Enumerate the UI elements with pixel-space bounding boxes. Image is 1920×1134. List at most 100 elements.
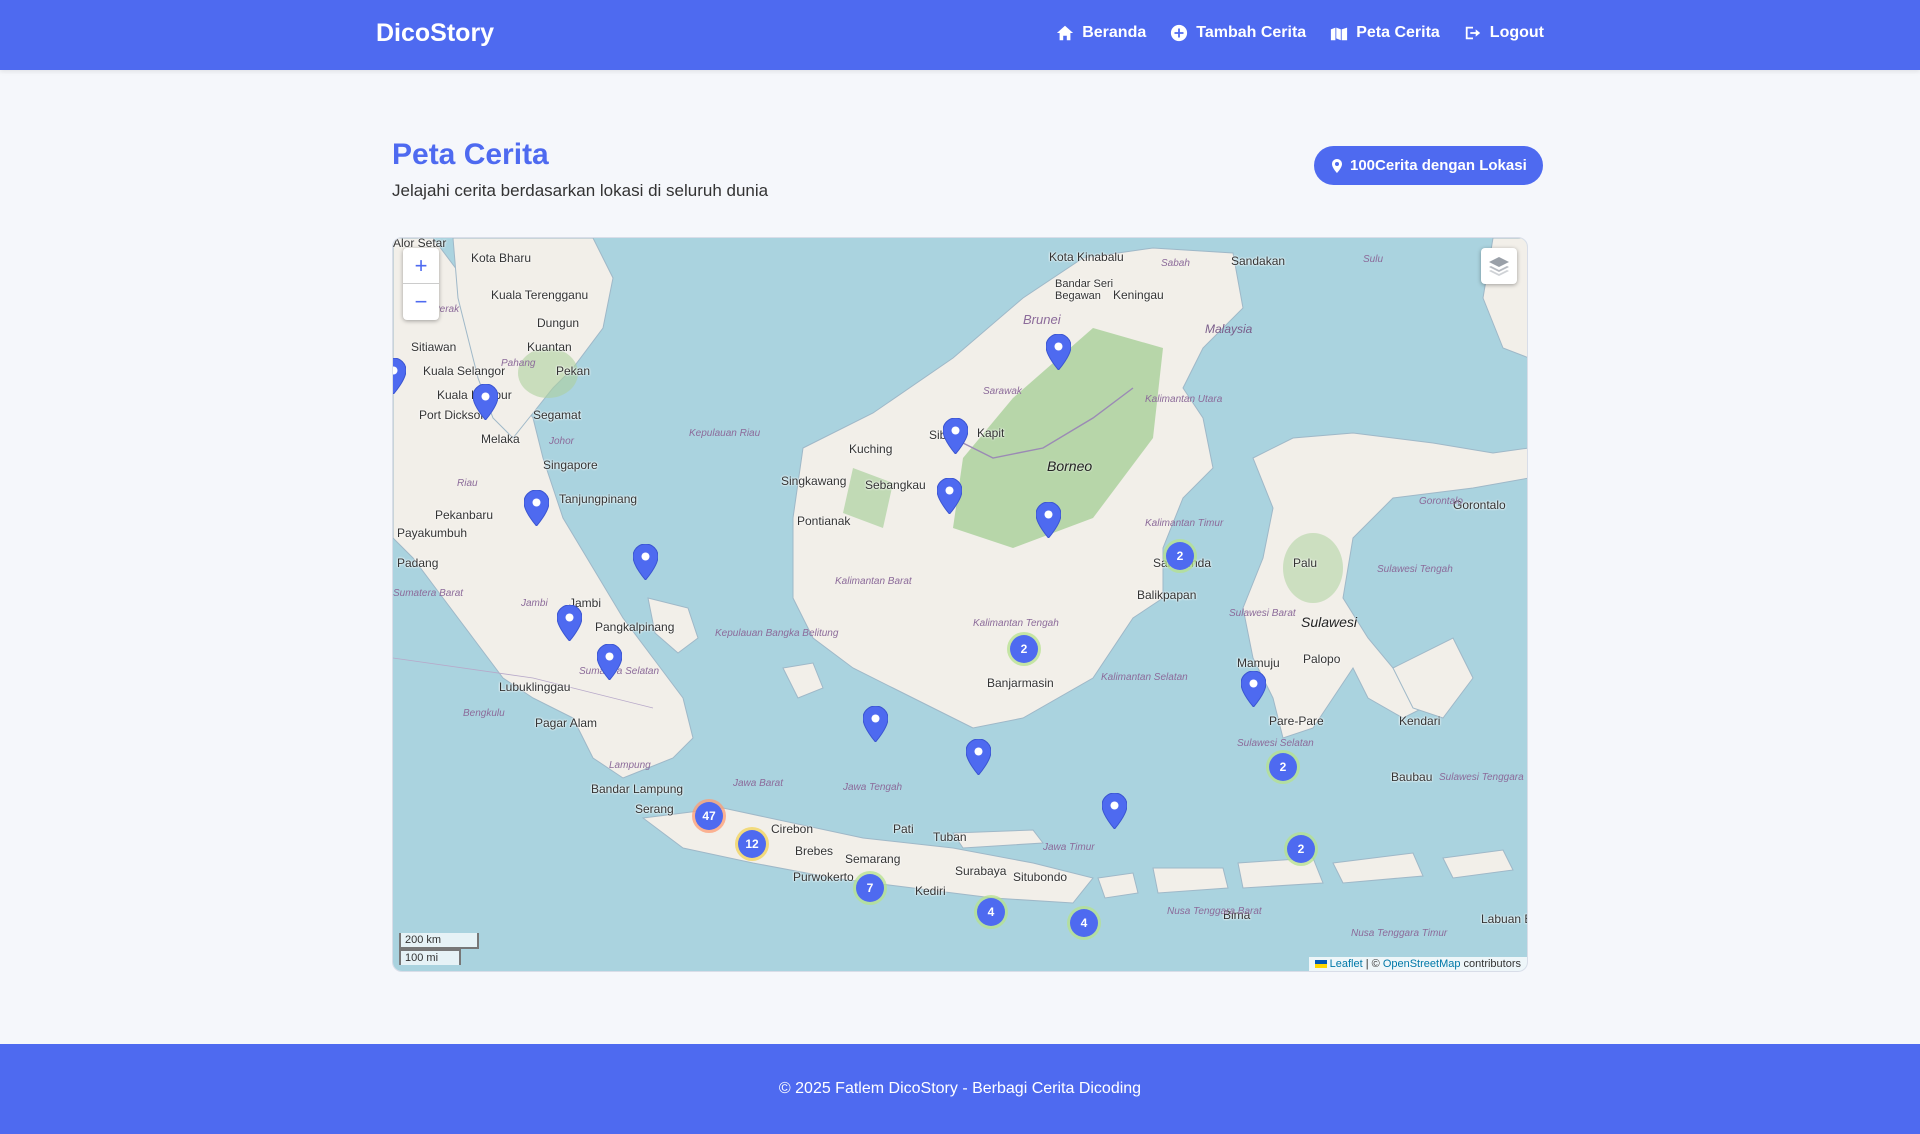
story-marker[interactable] <box>523 489 550 527</box>
zoom-in-button[interactable]: + <box>403 248 439 284</box>
story-marker[interactable] <box>1101 792 1128 830</box>
marker-cluster[interactable]: 4 <box>1067 906 1101 940</box>
nav-item-peta-cerita[interactable]: Peta Cerita <box>1330 24 1440 42</box>
footer-text: © 2025 Fatlem DicoStory - Berbagi Cerita… <box>778 1080 1142 1097</box>
city-label: Brebes <box>795 844 834 858</box>
location-pin-icon <box>1332 158 1342 173</box>
plus-circle-icon <box>1171 24 1188 42</box>
region-label: Kalimantan Barat <box>835 576 912 587</box>
region-label: Riau <box>457 478 478 489</box>
city-label: Segamat <box>533 408 582 422</box>
region-label: Kalimantan Tengah <box>973 618 1059 629</box>
cluster-count: 2 <box>1287 835 1315 863</box>
cluster-count: 7 <box>856 874 884 902</box>
city-label: Cirebon <box>771 822 814 836</box>
region-label: Brunei <box>1023 312 1061 327</box>
map-pin-icon <box>942 417 969 455</box>
city-label: Kapit <box>977 426 1005 440</box>
brand-logo[interactable]: DicoStory <box>376 19 494 48</box>
city-label: Kuching <box>849 442 893 456</box>
marker-cluster[interactable]: 2 <box>1163 539 1197 573</box>
region-label: Nusa Tenggara Barat <box>1167 906 1262 917</box>
nav-item-label: Beranda <box>1082 24 1147 41</box>
story-marker[interactable] <box>556 604 583 642</box>
map-pin-icon <box>1045 333 1072 371</box>
city-label: Sebangkau <box>865 478 926 492</box>
map-pin-icon <box>596 643 623 681</box>
osm-link[interactable]: OpenStreetMap <box>1383 958 1461 970</box>
city-label: Lubuklinggau <box>499 680 571 694</box>
city-label: Pontianak <box>797 514 851 528</box>
home-icon <box>1057 25 1074 41</box>
region-label: Malaysia <box>1205 322 1253 336</box>
attribution-separator: | © <box>1362 958 1383 970</box>
story-marker[interactable] <box>942 417 969 455</box>
region-label: Bengkulu <box>463 708 505 719</box>
nav-item-beranda[interactable]: Beranda <box>1056 24 1146 42</box>
zoom-out-button[interactable]: − <box>403 284 439 320</box>
navbar: DicoStory Beranda Tambah Cerita Peta Cer… <box>0 0 1920 70</box>
city-label: Mamuju <box>1237 656 1280 670</box>
story-marker[interactable] <box>393 357 407 395</box>
map-pin-icon <box>1101 792 1128 830</box>
marker-cluster[interactable]: 2 <box>1284 832 1318 866</box>
story-marker[interactable] <box>1045 333 1072 371</box>
city-label: Surabaya <box>955 864 1007 878</box>
story-map[interactable]: Alor Setar Kota Bharu Kuala Terengganu D… <box>392 237 1528 972</box>
logout-icon <box>1465 26 1480 40</box>
region-label: Sarawak <box>983 386 1022 397</box>
city-label: Kuala Selangor <box>423 364 506 378</box>
cluster-count: 2 <box>1166 542 1194 570</box>
region-label: Sulawesi Selatan <box>1237 738 1314 749</box>
layers-button[interactable] <box>1481 248 1517 284</box>
city-label: Dungun <box>537 316 580 330</box>
city-label: Padang <box>397 556 439 570</box>
marker-cluster[interactable]: 2 <box>1007 632 1041 666</box>
story-marker[interactable] <box>965 738 992 776</box>
story-marker[interactable] <box>936 477 963 515</box>
cluster-count: 2 <box>1269 753 1297 781</box>
map-pin-icon <box>556 604 583 642</box>
city-label: Kediri <box>915 884 946 898</box>
marker-cluster[interactable]: 4 <box>974 895 1008 929</box>
city-label: Singapore <box>543 458 598 472</box>
scale-km: 200 km <box>399 933 479 949</box>
map-pin-icon <box>862 705 889 743</box>
marker-cluster[interactable]: 47 <box>692 799 726 833</box>
leaflet-link[interactable]: Leaflet <box>1330 958 1363 970</box>
story-marker[interactable] <box>1035 501 1062 539</box>
story-marker[interactable] <box>596 643 623 681</box>
city-label: Pekanbaru <box>435 508 494 522</box>
marker-cluster[interactable]: 7 <box>853 871 887 905</box>
nav-item-logout[interactable]: Logout <box>1464 24 1544 42</box>
layers-icon <box>1489 257 1509 276</box>
city-label: Balikpapan <box>1137 588 1197 602</box>
city-label: Kota Kinabalu <box>1049 250 1124 264</box>
story-marker[interactable] <box>862 705 889 743</box>
location-count-badge: 100Cerita dengan Lokasi <box>1314 146 1543 185</box>
nav-item-tambah-cerita[interactable]: Tambah Cerita <box>1170 24 1306 42</box>
nav-menu: Beranda Tambah Cerita Peta Cerita Logout <box>1056 24 1544 42</box>
region-label: Jawa Timur <box>1043 842 1095 853</box>
region-label: Kepulauan Bangka Belitung <box>715 628 839 639</box>
city-label: Labuan Bajo <box>1481 912 1527 926</box>
marker-cluster[interactable]: 12 <box>735 827 769 861</box>
region-label: Sulawesi Tengah <box>1377 564 1453 575</box>
region-label: Sumatera Barat <box>393 588 464 599</box>
story-marker[interactable] <box>632 543 659 581</box>
island-label: Borneo <box>1047 458 1093 474</box>
story-marker[interactable] <box>472 383 499 421</box>
city-label: Pangkalpinang <box>595 620 675 634</box>
region-label: Johor <box>549 436 575 447</box>
city-label: Singkawang <box>781 474 847 488</box>
marker-cluster[interactable]: 2 <box>1266 750 1300 784</box>
story-marker[interactable] <box>1240 670 1267 708</box>
map-pin-icon <box>632 543 659 581</box>
region-label: Jawa Tengah <box>843 782 903 793</box>
region-label: Kalimantan Selatan <box>1101 672 1188 683</box>
region-label: Sulawesi Barat <box>1229 608 1296 619</box>
cluster-count: 2 <box>1010 635 1038 663</box>
city-label: Purwokerto <box>793 870 854 884</box>
map-pin-icon <box>1035 501 1062 539</box>
city-label: Kendari <box>1399 714 1441 728</box>
